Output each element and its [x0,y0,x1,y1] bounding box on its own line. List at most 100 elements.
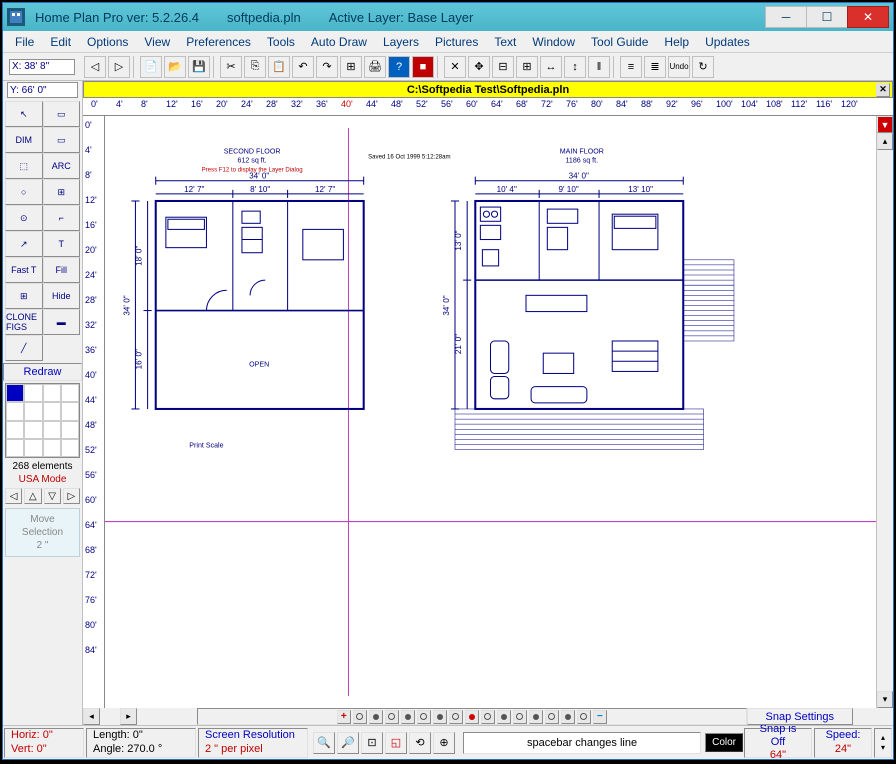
tool-11[interactable]: T [43,231,81,257]
zoom-window-icon[interactable]: ◱ [385,732,407,754]
copy-icon[interactable]: ⎘ [244,56,266,78]
menu-help[interactable]: Help [656,33,697,51]
save-icon[interactable]: 💾 [188,56,210,78]
columns-icon[interactable]: ‖ [588,56,610,78]
tool-8[interactable]: ⊙ [5,205,43,231]
tool-16[interactable]: CLONE FIGS [5,309,43,335]
undo-icon[interactable]: ↶ [292,56,314,78]
zoom-prev-icon[interactable]: ⟲ [409,732,431,754]
zoom-fit-icon[interactable]: ⊡ [361,732,383,754]
maximize-button[interactable]: ☐ [806,6,848,28]
zoom-in-dot[interactable]: + [337,710,351,724]
help-icon[interactable]: ? [388,56,410,78]
color-palette[interactable] [5,383,80,458]
svg-text:12' 7": 12' 7" [315,185,335,194]
tool-18[interactable]: ╱ [5,335,43,361]
tool-1[interactable]: ▭ [43,101,81,127]
menu-options[interactable]: Options [79,33,136,51]
vertical-scrollbar[interactable]: ▼ ▴ ▾ [876,116,893,708]
svg-text:Print Scale: Print Scale [189,442,223,450]
tool-3[interactable]: ▭ [43,127,81,153]
usa-mode: USA Mode [3,473,82,486]
drawing-canvas[interactable]: SECOND FLOOR 612 sq ft. Press F12 to dis… [105,116,876,708]
snap-x-icon[interactable]: ✕ [444,56,466,78]
arrow-down-icon[interactable]: ▽ [44,488,61,504]
scroll-down-icon[interactable]: ▾ [877,691,893,708]
arrow-right-icon[interactable]: ▷ [63,488,80,504]
hflip-icon[interactable]: ↔ [540,56,562,78]
zoom-out-icon[interactable]: 🔍 [313,732,335,754]
app-title: Home Plan Pro ver: 5.2.26.4 [35,10,199,25]
tool-6[interactable]: ○ [5,179,43,205]
nav-fwd-icon[interactable]: ▷ [108,56,130,78]
redo-icon[interactable]: ↷ [316,56,338,78]
menu-layers[interactable]: Layers [375,33,427,51]
y-position: Y: 66' 0" [7,82,78,98]
menu-window[interactable]: Window [524,33,583,51]
zoom-out-dot[interactable]: − [593,710,607,724]
horizontal-scrollbar[interactable]: ◂ ▸ + − Snap Settings [83,708,893,725]
tool-2[interactable]: DIM [5,127,43,153]
open-icon[interactable]: 📂 [164,56,186,78]
tool-7[interactable]: ⊞ [43,179,81,205]
tool-5[interactable]: ARC [43,153,81,179]
move-icon[interactable]: ✥ [468,56,490,78]
scroll-marker-icon[interactable]: ▼ [877,116,893,133]
close-file-icon[interactable]: ✕ [876,83,890,97]
align-icon[interactable]: ⊟ [492,56,514,78]
redraw-button[interactable]: Redraw [3,363,82,381]
nav-back-icon[interactable]: ◁ [84,56,106,78]
color-button[interactable]: Color [705,733,743,752]
menu-preferences[interactable]: Preferences [178,33,259,51]
left-panel: Y: 66' 0" ↖▭DIM▭⬚ARC○⊞⊙⌐↗TFast TFill⊞Hid… [3,81,83,725]
tool-10[interactable]: ↗ [5,231,43,257]
vflip-icon[interactable]: ↕ [564,56,586,78]
snap-settings-button[interactable]: Snap Settings [747,708,854,725]
speed-down-icon[interactable]: ▾ [881,743,885,753]
new-icon[interactable]: 📄 [140,56,162,78]
length-status: Length: 0" [93,729,189,742]
close-button[interactable]: ✕ [847,6,889,28]
tool-4[interactable]: ⬚ [5,153,43,179]
minimize-button[interactable]: ─ [765,6,807,28]
print-icon[interactable]: 🖨 [364,56,386,78]
tool-9[interactable]: ⌐ [43,205,81,231]
cut-icon[interactable]: ✂ [220,56,242,78]
redo2-icon[interactable]: ↻ [692,56,714,78]
svg-text:Saved 16 Oct 1999 5:12:28am: Saved 16 Oct 1999 5:12:28am [368,153,450,160]
tool-15[interactable]: Hide [43,283,81,309]
menu-pictures[interactable]: Pictures [427,33,486,51]
menu-text[interactable]: Text [486,33,524,51]
grid-icon[interactable]: ⊞ [340,56,362,78]
tool-13[interactable]: Fill [43,257,81,283]
x-position: X: 38' 8" [9,59,75,75]
undo2-icon[interactable]: Undo [668,56,690,78]
tool-0[interactable]: ↖ [5,101,43,127]
zoom-in-icon[interactable]: 🔎 [337,732,359,754]
menu-updates[interactable]: Updates [697,33,758,51]
menu-tool-guide[interactable]: Tool Guide [583,33,656,51]
menu-edit[interactable]: Edit [42,33,79,51]
arrow-up-icon[interactable]: △ [24,488,41,504]
tool-14[interactable]: ⊞ [5,283,43,309]
stop-icon[interactable]: ■ [412,56,434,78]
menu-auto-draw[interactable]: Auto Draw [303,33,375,51]
move-selection[interactable]: Move Selection 2 " [5,508,80,557]
zoom-ext-icon[interactable]: ⊕ [433,732,455,754]
snap-dots[interactable]: + − [197,708,747,725]
tool-12[interactable]: Fast T [5,257,43,283]
svg-text:34' 0": 34' 0" [249,172,269,181]
speed-up-icon[interactable]: ▴ [881,733,885,743]
layer1-icon[interactable]: ≡ [620,56,642,78]
menu-file[interactable]: File [7,33,42,51]
menu-tools[interactable]: Tools [259,33,303,51]
menu-view[interactable]: View [136,33,178,51]
paste-icon[interactable]: 📋 [268,56,290,78]
layer2-icon[interactable]: ≣ [644,56,666,78]
scroll-left-icon[interactable]: ◂ [83,708,100,725]
arrow-left-icon[interactable]: ◁ [5,488,22,504]
distribute-icon[interactable]: ⊞ [516,56,538,78]
tool-17[interactable]: ▬ [43,309,81,335]
scroll-right-icon[interactable]: ▸ [120,708,137,725]
scroll-up-icon[interactable]: ▴ [877,133,893,150]
